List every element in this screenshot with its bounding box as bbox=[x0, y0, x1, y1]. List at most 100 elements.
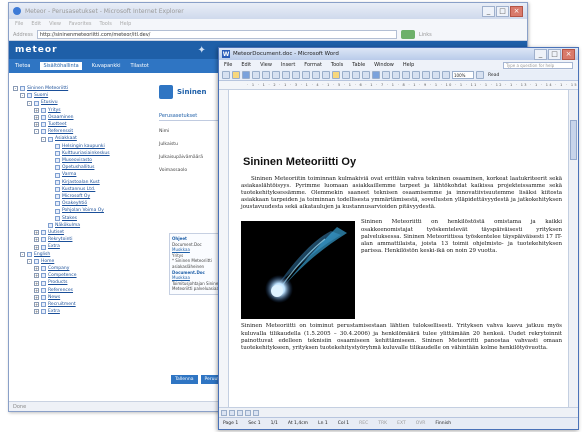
tree-item-label[interactable]: Tuotteet bbox=[48, 121, 67, 128]
expand-icon[interactable]: + bbox=[34, 244, 39, 250]
tree-item[interactable]: + Yritys bbox=[13, 107, 141, 114]
minimize-icon[interactable]: _ bbox=[482, 5, 495, 17]
tree-item[interactable]: + Extra bbox=[13, 243, 141, 250]
tree-item-label[interactable]: News bbox=[48, 294, 60, 301]
collapse-icon[interactable]: - bbox=[20, 93, 25, 99]
ie-menu-tools[interactable]: Tools bbox=[100, 21, 112, 27]
word-menu-format[interactable]: Format bbox=[304, 62, 322, 68]
tree-item-label[interactable]: Sininen Meteoriitti bbox=[27, 85, 68, 92]
tree-item-label[interactable]: Etusivu bbox=[41, 99, 58, 106]
word-menu-view[interactable]: View bbox=[260, 62, 272, 68]
tree-item[interactable]: + Uutiset bbox=[13, 229, 141, 236]
tree-item[interactable]: + References bbox=[13, 287, 141, 294]
word-menu-edit[interactable]: Edit bbox=[241, 62, 251, 68]
read-button[interactable]: Read bbox=[486, 73, 501, 78]
nav-sisaltohallinta[interactable]: Sisältöhallinta bbox=[40, 62, 82, 70]
document-page[interactable]: Sininen Meteoriitti Oy Sininen Meteoriit… bbox=[241, 96, 562, 407]
help-icon[interactable] bbox=[476, 71, 484, 79]
word-menu-table[interactable]: Table bbox=[352, 62, 365, 68]
columns-icon[interactable] bbox=[412, 71, 420, 79]
collapse-icon[interactable]: - bbox=[34, 129, 39, 135]
minimize-icon[interactable]: _ bbox=[534, 48, 547, 60]
tree-item[interactable]: Kulttuuriasiainkeskus bbox=[13, 150, 141, 157]
tree-item[interactable]: Osakeyhtiö bbox=[13, 200, 141, 207]
word-menu-help[interactable]: Help bbox=[403, 62, 414, 68]
tree-item[interactable]: Näkökulma bbox=[13, 222, 141, 229]
tree-item-label[interactable]: Yritys bbox=[48, 107, 61, 114]
tree-item-label[interactable]: Rekrytointi bbox=[48, 236, 72, 243]
tree-item[interactable]: Opetushallitus bbox=[13, 164, 141, 171]
tree-item[interactable]: Helsingin kaupunki bbox=[13, 143, 141, 150]
nav-tilastot[interactable]: Tilastot bbox=[131, 63, 149, 69]
horizontal-scrollbar[interactable] bbox=[219, 407, 578, 417]
save-icon[interactable] bbox=[242, 71, 250, 79]
tree-item[interactable]: Kirjastoalan Kust bbox=[13, 179, 141, 186]
tree-item[interactable]: - English bbox=[13, 251, 141, 258]
tree-item-label[interactable]: Pohjolan Voima Oy bbox=[62, 207, 104, 214]
nav-kuvapankki[interactable]: Kuvapankki bbox=[92, 63, 121, 69]
tree-item-label[interactable]: Kustannus Ltd. bbox=[62, 186, 95, 193]
expand-icon[interactable]: + bbox=[34, 107, 39, 113]
cut-icon[interactable] bbox=[312, 71, 320, 79]
outline-view-icon[interactable] bbox=[245, 409, 251, 416]
word-menu-insert[interactable]: Insert bbox=[281, 62, 295, 68]
tree-item[interactable]: - Home bbox=[13, 258, 141, 265]
maximize-icon[interactable]: □ bbox=[548, 48, 561, 60]
tables-icon[interactable] bbox=[382, 71, 390, 79]
tree-item-label[interactable]: Competence bbox=[48, 272, 77, 279]
close-icon[interactable]: × bbox=[562, 48, 575, 60]
collapse-icon[interactable]: - bbox=[20, 251, 25, 257]
vertical-scrollbar[interactable] bbox=[568, 90, 578, 407]
hyperlink-icon[interactable] bbox=[372, 71, 380, 79]
tree-item[interactable]: + Extra bbox=[13, 308, 141, 315]
print-icon[interactable] bbox=[272, 71, 280, 79]
undo-icon[interactable] bbox=[352, 71, 360, 79]
save-button[interactable]: Tallenna bbox=[171, 375, 198, 384]
expand-icon[interactable]: + bbox=[34, 294, 39, 300]
tree-item-label[interactable]: Products bbox=[48, 279, 67, 286]
tree-item[interactable]: + News bbox=[13, 294, 141, 301]
tree-item[interactable]: Microsoft Oy bbox=[13, 193, 141, 200]
tree-item-label[interactable]: Kulttuuriasiainkeskus bbox=[62, 150, 110, 157]
copy-icon[interactable] bbox=[322, 71, 330, 79]
tree-item-label[interactable]: Microsoft Oy bbox=[62, 193, 90, 200]
zoom-select[interactable]: 100% bbox=[452, 71, 474, 79]
word-menu-tools[interactable]: Tools bbox=[331, 62, 343, 68]
web-view-icon[interactable] bbox=[229, 409, 235, 416]
permission-icon[interactable] bbox=[252, 71, 260, 79]
document-map-icon[interactable] bbox=[432, 71, 440, 79]
tree-item-label[interactable]: Osaaminen bbox=[48, 114, 74, 121]
tree-item[interactable]: - Asiakkaat bbox=[13, 135, 141, 142]
tree-item-label[interactable]: Kirjastoalan Kust bbox=[62, 179, 100, 186]
go-button[interactable] bbox=[400, 30, 415, 39]
ie-menu-edit[interactable]: Edit bbox=[31, 21, 41, 27]
tree-item-label[interactable]: Asiakkaat bbox=[55, 135, 77, 142]
tree-item-label[interactable]: Opetushallitus bbox=[62, 164, 94, 171]
tree-item[interactable]: - Sininen Meteoriitti bbox=[13, 85, 141, 92]
expand-icon[interactable]: + bbox=[34, 237, 39, 243]
tree-item-label[interactable]: Varma bbox=[62, 171, 76, 178]
tree-item[interactable]: + Recruitment bbox=[13, 301, 141, 308]
nav-tietoa[interactable]: Tietoa bbox=[15, 63, 30, 69]
tree-item[interactable]: Pohjolan Voima Oy bbox=[13, 207, 141, 214]
tree-item-label[interactable]: Uutiset bbox=[48, 229, 64, 236]
tree-item[interactable]: - Etusivu bbox=[13, 99, 141, 106]
tree-item-label[interactable]: Suomi bbox=[34, 92, 48, 99]
tree-item[interactable]: - Referenssit bbox=[13, 128, 141, 135]
expand-icon[interactable]: + bbox=[34, 122, 39, 128]
tree-item-label[interactable]: Recruitment bbox=[48, 301, 76, 308]
tree-item-label[interactable]: Museovirasto bbox=[62, 157, 92, 164]
email-icon[interactable] bbox=[262, 71, 270, 79]
tree-item-label[interactable]: Stakes bbox=[62, 215, 77, 222]
tree-item[interactable]: + Competence bbox=[13, 272, 141, 279]
tree-item[interactable]: + Company bbox=[13, 265, 141, 272]
help-search-input[interactable]: Type a question for help bbox=[503, 61, 573, 69]
links-label[interactable]: Links bbox=[419, 32, 432, 38]
tree-item-label[interactable]: Osakeyhtiö bbox=[62, 200, 87, 207]
tree-item[interactable]: + Tuotteet bbox=[13, 121, 141, 128]
word-menu-file[interactable]: File bbox=[224, 62, 232, 68]
expand-icon[interactable]: + bbox=[34, 309, 39, 315]
print-layout-icon[interactable] bbox=[237, 409, 243, 416]
tree-item-label[interactable]: Helsingin kaupunki bbox=[62, 143, 105, 150]
close-icon[interactable]: × bbox=[510, 5, 523, 17]
